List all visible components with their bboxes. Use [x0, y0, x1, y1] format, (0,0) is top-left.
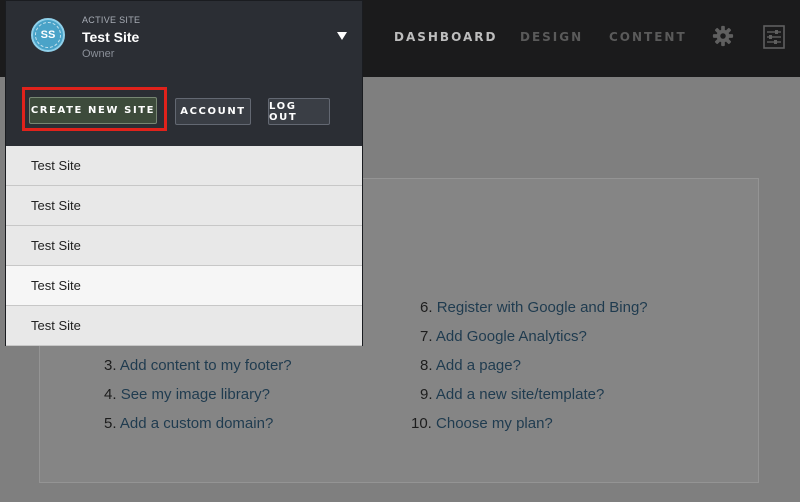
active-site-role: Owner	[82, 48, 115, 60]
active-site-name: Test Site	[82, 29, 140, 45]
site-list-item[interactable]: Test Site	[6, 146, 362, 186]
help-link-number: 4.	[104, 386, 117, 403]
help-link-text[interactable]: Choose my plan?	[436, 415, 553, 432]
help-link-item[interactable]: 10. Choose my plan?	[411, 415, 553, 432]
site-list-item[interactable]: Test Site	[6, 266, 362, 306]
help-link-number: 6.	[420, 299, 433, 316]
help-link-text[interactable]: Register with Google and Bing?	[437, 299, 648, 316]
active-site-label: ACTIVE SITE	[82, 15, 141, 25]
help-link-text[interactable]: Add content to my footer?	[120, 357, 292, 374]
sliders-icon[interactable]	[763, 25, 785, 49]
site-list-item[interactable]: Test Site	[6, 186, 362, 226]
create-new-site-button[interactable]: CREATE NEW SITE	[29, 97, 157, 124]
help-link-number: 3.	[104, 357, 117, 374]
site-list-item[interactable]: Test Site	[6, 226, 362, 266]
help-link-item[interactable]: 6. Register with Google and Bing?	[420, 299, 648, 316]
site-list-item[interactable]: Test Site	[6, 306, 362, 346]
help-link-item[interactable]: 3. Add content to my footer?	[104, 357, 292, 374]
help-link-text[interactable]: Add Google Analytics?	[436, 328, 587, 345]
caret-down-icon[interactable]	[337, 32, 347, 40]
help-link-text[interactable]: Add a new site/template?	[436, 386, 604, 403]
help-link-number: 7.	[420, 328, 433, 345]
site-switcher-dropdown: SS ACTIVE SITE Test Site Owner CREATE NE…	[5, 0, 363, 346]
help-link-number: 10.	[411, 415, 432, 432]
account-button[interactable]: ACCOUNT	[175, 98, 251, 125]
nav-content[interactable]: CONTENT	[609, 30, 687, 44]
gear-icon[interactable]	[712, 25, 734, 47]
avatar: SS	[31, 18, 65, 52]
nav-dashboard[interactable]: DASHBOARD	[394, 30, 497, 44]
help-link-item[interactable]: 7. Add Google Analytics?	[420, 328, 587, 345]
site-list: Test Site Test Site Test Site Test Site …	[6, 146, 362, 346]
help-link-item[interactable]: 5. Add a custom domain?	[104, 415, 273, 432]
help-link-item[interactable]: 4. See my image library?	[104, 386, 270, 403]
help-link-text[interactable]: Add a page?	[436, 357, 521, 374]
help-link-number: 5.	[104, 415, 117, 432]
help-link-item[interactable]: 9. Add a new site/template?	[420, 386, 604, 403]
help-link-text[interactable]: Add a custom domain?	[120, 415, 273, 432]
nav-design[interactable]: DESIGN	[520, 30, 583, 44]
help-link-item[interactable]: 8. Add a page?	[420, 357, 521, 374]
log-out-button[interactable]: LOG OUT	[268, 98, 330, 125]
help-link-text[interactable]: See my image library?	[121, 386, 270, 403]
help-link-number: 8.	[420, 357, 433, 374]
help-link-number: 9.	[420, 386, 433, 403]
